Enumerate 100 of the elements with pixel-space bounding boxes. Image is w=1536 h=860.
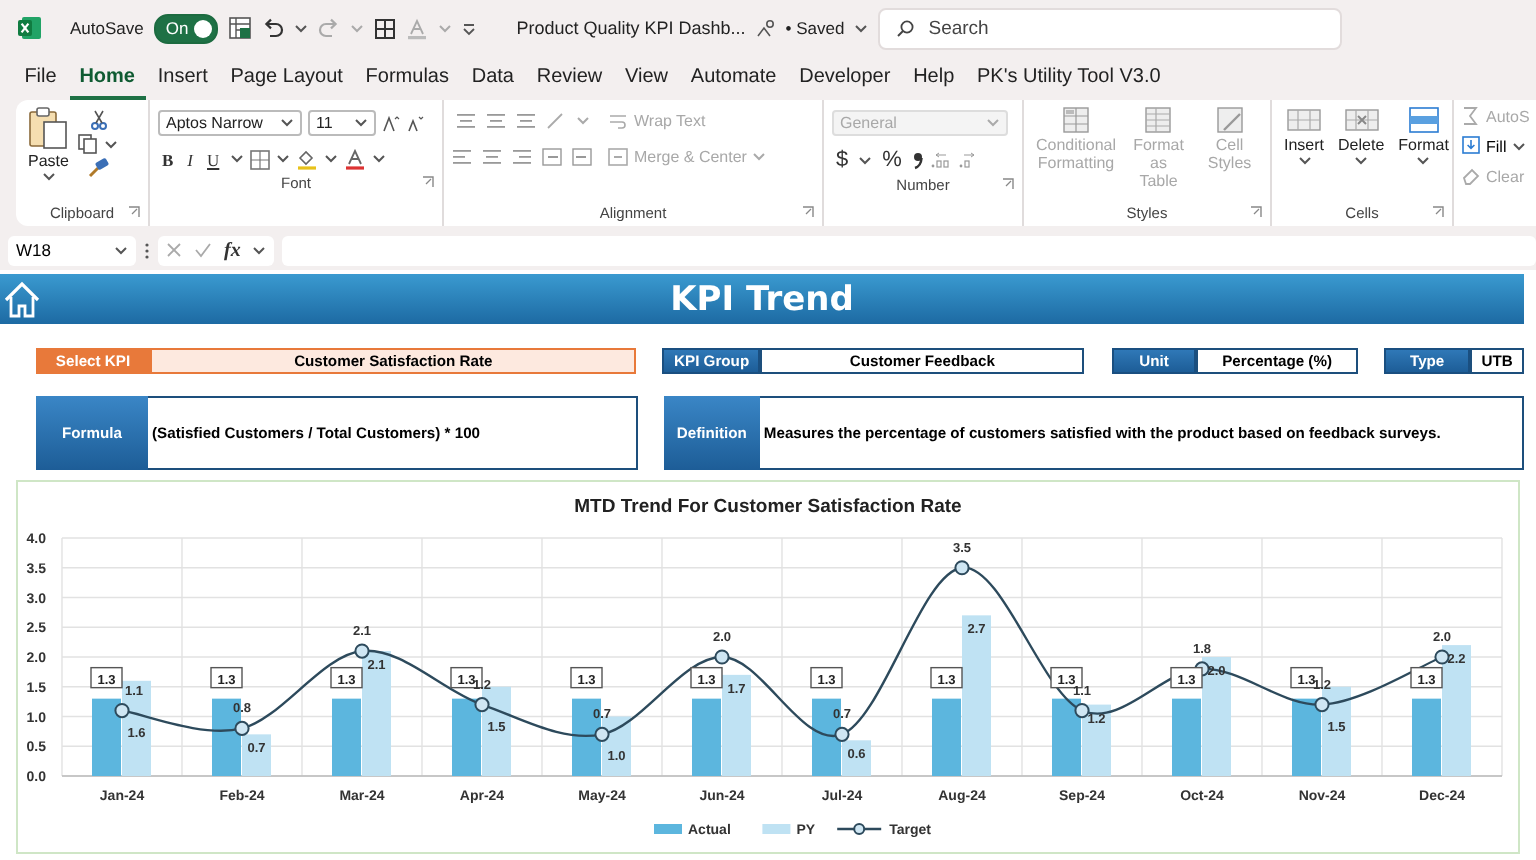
target-marker	[1074, 702, 1090, 719]
dialog-launcher-icon[interactable]	[422, 176, 434, 188]
caret-icon[interactable]	[252, 245, 267, 255]
font-size-dropdown[interactable]: 11	[308, 110, 376, 136]
ribbon-tab[interactable]: Automate	[680, 56, 787, 100]
conditional-formatting-icon	[1058, 106, 1095, 134]
home-icon[interactable]	[2, 279, 42, 319]
cell-styles-icon	[1211, 106, 1248, 134]
insert-function-button[interactable]: fx	[224, 239, 241, 261]
scissors-icon[interactable]	[89, 110, 108, 130]
format-painter-icon[interactable]	[87, 158, 110, 178]
sheet-save-icon[interactable]	[228, 16, 253, 40]
comma-style-icon[interactable]	[911, 150, 924, 170]
save-status[interactable]: • Saved	[785, 18, 845, 38]
target-marker	[234, 720, 250, 736]
fill-color-icon[interactable]	[295, 148, 318, 170]
fill-button[interactable]: Fill	[1462, 136, 1527, 156]
clipboard-icon	[28, 106, 69, 150]
customize-icon[interactable]	[462, 21, 477, 35]
dialog-launcher-icon[interactable]	[128, 206, 140, 218]
copy-icon[interactable]	[78, 134, 99, 154]
font-style-button[interactable]: B	[158, 149, 178, 169]
caret-icon[interactable]	[354, 118, 368, 128]
coauthor-icon[interactable]	[755, 18, 776, 38]
table-icon	[1140, 106, 1177, 134]
caret-icon[interactable]	[280, 118, 294, 128]
dialog-launcher-icon[interactable]	[1432, 206, 1444, 218]
font-shrink-icon[interactable]	[406, 114, 424, 132]
autosave-label: AutoSave	[70, 18, 144, 38]
align-bottom-icon[interactable]	[515, 112, 535, 130]
banner-title: KPI Trend	[668, 279, 856, 319]
undo-icon[interactable]	[262, 18, 285, 38]
ribbon-tab[interactable]: PK's Utility Tool V3.0	[966, 56, 1171, 100]
font-name-dropdown[interactable]: Aptos Narrow	[158, 110, 302, 136]
dialog-launcher-icon[interactable]	[1250, 206, 1262, 218]
merge-cells-icon	[608, 148, 628, 166]
caret-icon[interactable]	[1354, 156, 1369, 166]
name-box[interactable]: W18	[8, 235, 136, 265]
borders-icon[interactable]	[374, 17, 397, 39]
ribbon-tab[interactable]: Data	[461, 56, 525, 100]
font-style-button[interactable]: U	[203, 149, 224, 169]
align-top-icon[interactable]	[455, 112, 475, 130]
ribbon-tab[interactable]: Formulas	[355, 56, 460, 100]
font-color-icon[interactable]	[406, 17, 429, 39]
caret-icon[interactable]	[323, 154, 338, 164]
align-middle-icon[interactable]	[485, 112, 505, 130]
dialog-launcher-icon[interactable]	[1002, 178, 1014, 190]
insert-cells-icon	[1286, 106, 1322, 134]
caret-icon[interactable]	[854, 23, 869, 33]
ribbon-tab[interactable]: Insert	[147, 56, 219, 100]
excel-icon	[18, 16, 42, 40]
target-marker	[834, 726, 850, 742]
search-icon	[896, 19, 915, 37]
target-marker	[1314, 697, 1330, 713]
target-marker	[1434, 649, 1450, 665]
caret-icon[interactable]	[104, 139, 119, 149]
caret-icon[interactable]	[41, 172, 56, 182]
caret-icon[interactable]	[858, 155, 873, 165]
caret-icon[interactable]	[294, 23, 309, 33]
ribbon-tab[interactable]: File	[14, 56, 67, 100]
ribbon-tab[interactable]: View	[614, 56, 679, 100]
font-style-button[interactable]: I	[183, 149, 198, 169]
ribbon-tab[interactable]: Page Layout	[220, 56, 354, 100]
search-field[interactable]: Search	[878, 7, 1343, 49]
caret-icon[interactable]	[229, 154, 244, 164]
insert-button[interactable]: Insert	[1280, 106, 1329, 200]
target-marker	[114, 702, 130, 719]
ribbon-tab[interactable]: Developer	[788, 56, 901, 100]
percent-button[interactable]: %	[878, 148, 906, 172]
paste-button[interactable]: Paste	[24, 106, 73, 200]
caret-icon[interactable]	[1416, 156, 1431, 166]
target-marker	[714, 649, 730, 665]
align-left-icon[interactable]	[452, 148, 472, 166]
font-grow-icon[interactable]	[382, 114, 400, 132]
delete-button[interactable]: Delete	[1334, 106, 1389, 200]
dialog-launcher-icon[interactable]	[802, 206, 814, 218]
caret-icon[interactable]	[371, 154, 386, 164]
align-center-icon[interactable]	[482, 148, 502, 166]
decrease-indent-icon[interactable]	[542, 148, 562, 166]
chart-title: MTD Trend For Customer Satisfaction Rate	[574, 496, 962, 518]
more-icon[interactable]	[144, 241, 150, 259]
target-marker	[474, 697, 490, 713]
sum-icon	[1462, 106, 1480, 126]
autosave-toggle[interactable]: On	[153, 13, 219, 43]
format-cells-icon	[1405, 106, 1442, 134]
format-button[interactable]: Format	[1394, 106, 1453, 200]
fill-down-icon	[1462, 136, 1480, 156]
increase-indent-icon[interactable]	[572, 148, 592, 166]
ribbon-tab[interactable]: Review	[526, 56, 613, 100]
target-marker	[354, 643, 370, 659]
caret-icon[interactable]	[275, 154, 290, 164]
wrap-text-icon	[608, 112, 628, 130]
currency-button[interactable]: $	[832, 148, 853, 172]
target-marker	[594, 726, 610, 742]
ribbon-tab[interactable]: Help	[902, 56, 965, 100]
align-right-icon[interactable]	[512, 148, 532, 166]
font-color-icon[interactable]	[343, 148, 366, 170]
caret-icon[interactable]	[1297, 156, 1311, 166]
caret-icon[interactable]	[1512, 141, 1527, 151]
caret-icon[interactable]	[114, 245, 128, 255]
